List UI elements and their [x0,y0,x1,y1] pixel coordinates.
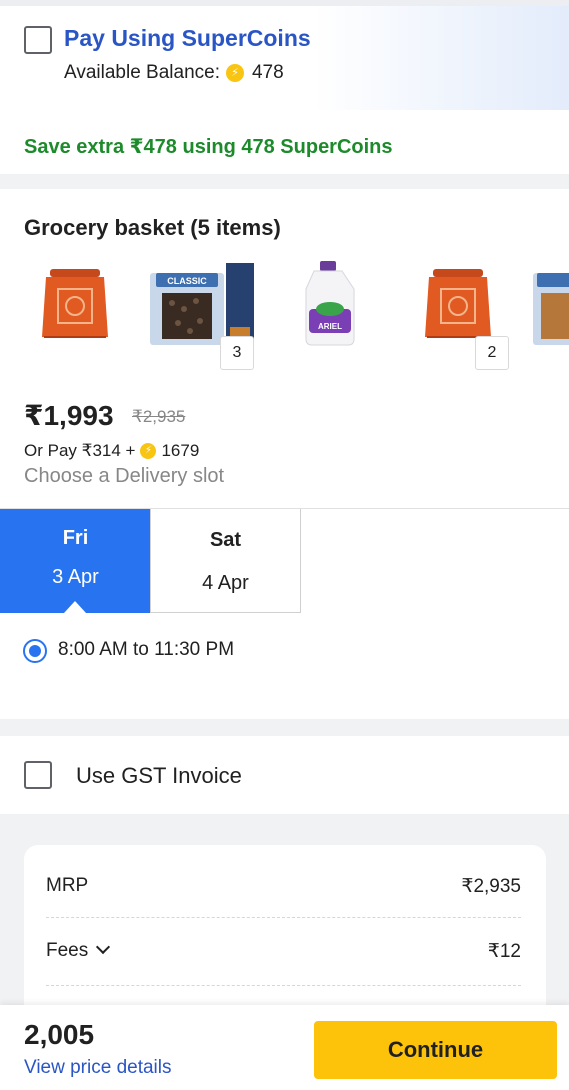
basket-item-thumbnail[interactable]: ARIEL [278,259,382,374]
supercoins-card: Pay Using SuperCoins Available Balance: … [0,0,569,174]
basket-item-thumbnail[interactable]: CLASSIC 3 [150,259,254,374]
day-date: 4 Apr [202,572,249,594]
gst-invoice-label[interactable]: Use GST Invoice [76,763,242,789]
grocery-bag-image [42,269,108,338]
price-row-label: Fees [46,940,89,961]
supercoin-icon [140,443,157,459]
selected-notch [64,601,86,613]
row-divider [46,985,521,986]
basket-price: ₹1,993 [24,400,114,431]
delivery-slot-prompt: Choose a Delivery slot [24,465,225,487]
supercoins-header: Pay Using SuperCoins Available Balance: … [0,6,569,110]
price-row-mrp: MRP ₹2,935 [46,875,521,940]
basket-item-thumbnail[interactable] [22,259,126,374]
basket-mrp: ₹2,935 [132,407,186,426]
balance-label: Available Balance: [64,62,220,83]
basket-thumbnails[interactable]: CLASSIC 3 ARIEL 2 [0,259,569,384]
day-name: Fri [62,527,89,549]
chevron-down-icon[interactable] [96,939,111,955]
or-pay-line: Or Pay ₹314 + 1679 [24,441,199,461]
time-slot-radio[interactable] [23,639,47,663]
price-row-fees[interactable]: Fees ₹12 [46,939,521,1005]
grocery-basket-card: Grocery basket (5 items) CLASSIC 3 ARIEL… [0,189,569,719]
or-pay-prefix: Or Pay ₹314 + [24,441,136,460]
supercoins-title[interactable]: Pay Using SuperCoins [64,25,311,52]
price-row-value: ₹2,935 [461,876,521,897]
supercoins-savings-text: Save extra ₹478 using 478 SuperCoins [24,136,393,158]
quantity-badge: 3 [220,336,254,370]
basket-title: Grocery basket (5 items) [24,215,281,240]
basket-item-thumbnail[interactable] [533,259,569,374]
fees-toggle[interactable]: Fees [46,939,111,962]
continue-button[interactable]: Continue [314,1021,557,1079]
quantity-badge: 2 [475,336,509,370]
basket-item-thumbnail[interactable]: 2 [405,259,509,374]
time-slot-label[interactable]: 8:00 AM to 11:30 PM [58,639,234,661]
supercoins-checkbox[interactable] [24,26,52,54]
gst-invoice-card: Use GST Invoice [0,736,569,814]
gst-invoice-checkbox[interactable] [24,761,52,789]
price-row-value: ₹12 [487,941,521,962]
balance-value: 478 [251,62,284,83]
pack-brand-label: CLASSIC [167,276,207,286]
supercoin-icon [225,64,244,82]
supercoins-balance: Available Balance: 478 [64,62,284,84]
day-tab-sat[interactable]: Sat 4 Apr [150,509,301,613]
checkout-footer: 2,005 View price details Continue [0,1005,569,1090]
detergent-brand-label: ARIEL [318,322,342,331]
day-tab-fri[interactable]: Fri 3 Apr [0,509,151,613]
order-total: 2,005 [24,1019,95,1050]
day-date: 3 Apr [52,566,99,588]
day-name: Sat [209,529,242,551]
price-row-label: MRP [46,875,89,896]
detergent-bottle-image: ARIEL [305,261,355,346]
partial-pack-image [533,273,569,345]
delivery-day-tabs: Fri 3 Apr Sat 4 Apr [0,508,569,613]
or-pay-coins: 1679 [161,441,200,460]
row-divider [46,917,521,918]
view-price-details-link[interactable]: View price details [24,1057,172,1079]
